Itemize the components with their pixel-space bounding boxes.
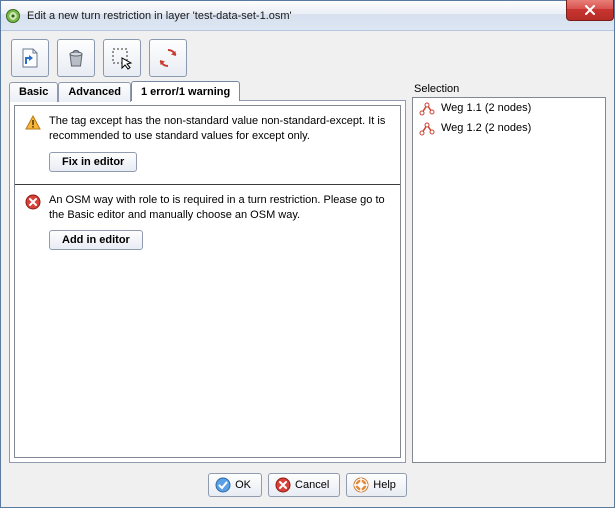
dialog-footer: OK Cancel Help bbox=[1, 467, 614, 507]
selection-label: Selection bbox=[412, 81, 606, 97]
list-item[interactable]: Weg 1.1 (2 nodes) bbox=[413, 98, 605, 118]
window-title: Edit a new turn restriction in layer 'te… bbox=[27, 10, 610, 22]
tab-body: The tag except has the non-standard valu… bbox=[9, 100, 406, 463]
error-message: An OSM way with role to is required in a… bbox=[15, 185, 400, 263]
trash-icon bbox=[64, 46, 88, 70]
tab-errors[interactable]: 1 error/1 warning bbox=[131, 81, 240, 101]
delete-button[interactable] bbox=[57, 39, 95, 77]
fix-in-editor-button[interactable]: Fix in editor bbox=[49, 152, 137, 172]
right-column: Selection Weg 1.1 (2 nodes) Weg 1.2 (2 n… bbox=[412, 81, 606, 463]
titlebar[interactable]: Edit a new turn restriction in layer 'te… bbox=[1, 1, 614, 31]
ok-icon bbox=[215, 477, 231, 493]
select-button[interactable] bbox=[103, 39, 141, 77]
list-item[interactable]: Weg 1.2 (2 nodes) bbox=[413, 118, 605, 138]
help-icon bbox=[353, 477, 369, 493]
window-close-button[interactable] bbox=[566, 0, 614, 21]
list-item-label: Weg 1.1 (2 nodes) bbox=[441, 102, 531, 114]
refresh-arrows-icon bbox=[156, 46, 180, 70]
dialog-window: Edit a new turn restriction in layer 'te… bbox=[0, 0, 615, 508]
close-icon bbox=[584, 5, 596, 15]
app-icon bbox=[5, 8, 21, 24]
tab-advanced[interactable]: Advanced bbox=[58, 82, 131, 102]
warning-message: The tag except has the non-standard valu… bbox=[15, 106, 400, 184]
selection-list[interactable]: Weg 1.1 (2 nodes) Weg 1.2 (2 nodes) bbox=[412, 97, 606, 463]
tab-basic[interactable]: Basic bbox=[9, 82, 58, 102]
ok-label: OK bbox=[235, 479, 251, 491]
toolbar bbox=[1, 31, 614, 81]
warning-icon bbox=[25, 115, 41, 131]
cancel-label: Cancel bbox=[295, 479, 329, 491]
list-item-label: Weg 1.2 (2 nodes) bbox=[441, 122, 531, 134]
way-icon bbox=[419, 100, 435, 116]
cancel-button[interactable]: Cancel bbox=[268, 473, 340, 497]
tab-errors-label: 1 error/1 warning bbox=[141, 86, 230, 98]
left-column: Basic Advanced 1 error/1 warning The tag… bbox=[9, 81, 406, 463]
error-text: An OSM way with role to is required in a… bbox=[49, 193, 390, 223]
way-icon bbox=[419, 120, 435, 136]
selection-cursor-icon bbox=[110, 46, 134, 70]
document-arrow-icon bbox=[18, 46, 42, 70]
ok-button[interactable]: OK bbox=[208, 473, 262, 497]
tab-advanced-label: Advanced bbox=[68, 86, 121, 98]
error-icon bbox=[25, 194, 41, 210]
help-label: Help bbox=[373, 479, 396, 491]
tab-bar: Basic Advanced 1 error/1 warning bbox=[9, 81, 406, 101]
tab-basic-label: Basic bbox=[19, 86, 48, 98]
content-area: Basic Advanced 1 error/1 warning The tag… bbox=[1, 81, 614, 467]
zoom-button[interactable] bbox=[149, 39, 187, 77]
new-restriction-button[interactable] bbox=[11, 39, 49, 77]
cancel-icon bbox=[275, 477, 291, 493]
add-in-editor-button[interactable]: Add in editor bbox=[49, 230, 143, 250]
warning-text: The tag except has the non-standard valu… bbox=[49, 114, 390, 144]
help-button[interactable]: Help bbox=[346, 473, 407, 497]
